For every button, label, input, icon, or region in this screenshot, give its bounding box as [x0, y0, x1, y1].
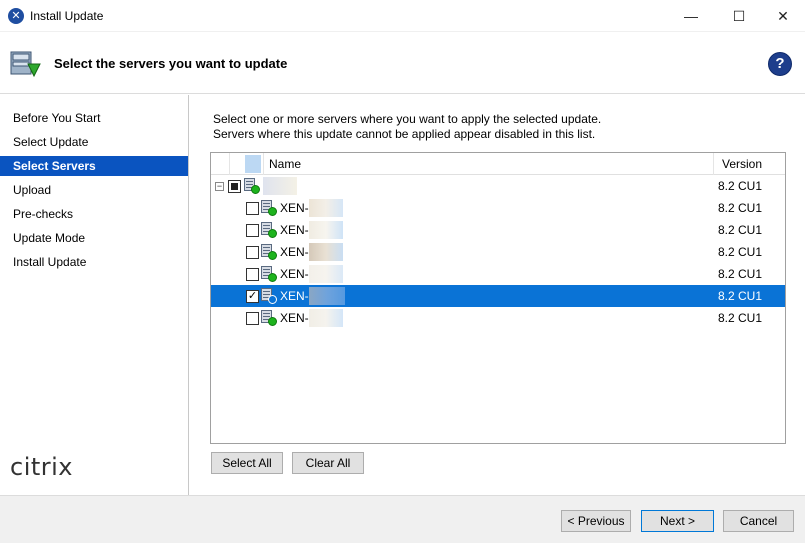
step-upload[interactable]: Upload: [0, 180, 188, 200]
server-icon: [261, 266, 277, 282]
app-icon: ✕: [8, 8, 24, 24]
step-select-servers[interactable]: Select Servers: [0, 156, 188, 176]
server-version: 8.2 CU1: [718, 245, 763, 259]
step-install-update[interactable]: Install Update: [0, 252, 188, 272]
server-version: 8.2 CU1: [718, 289, 763, 303]
pool-checkbox[interactable]: [228, 180, 241, 193]
column-header-name[interactable]: Name: [269, 157, 301, 171]
wizard-header: Select the servers you want to update ?: [0, 32, 805, 94]
pool-name-redacted: [263, 177, 297, 195]
server-list[interactable]: Name Version − 8.2 CU1 XEN- 8.2 CU1 XEN-…: [210, 152, 786, 444]
server-name: XEN-: [280, 311, 309, 325]
server-row[interactable]: XEN- 8.2 CU1: [211, 197, 785, 219]
grid-header: Name Version: [211, 153, 785, 175]
server-checkbox[interactable]: [246, 224, 259, 237]
step-select-update[interactable]: Select Update: [0, 132, 188, 152]
wizard-steps: Before You Start Select Update Select Se…: [0, 95, 189, 495]
server-checkbox[interactable]: [246, 268, 259, 281]
server-row[interactable]: XEN- 8.2 CU1: [211, 263, 785, 285]
server-icon: [261, 244, 277, 260]
server-icon: [261, 310, 277, 326]
server-name: XEN-: [280, 289, 309, 303]
next-button[interactable]: Next >: [641, 510, 714, 532]
server-row[interactable]: XEN- 8.2 CU1: [211, 307, 785, 329]
server-checkbox[interactable]: [246, 246, 259, 259]
maximize-button[interactable]: ☐: [716, 0, 762, 32]
title-bar: ✕ Install Update — ☐ ✕: [0, 0, 805, 32]
server-name-redacted: [309, 221, 343, 239]
server-checkbox-checked[interactable]: ✓: [246, 290, 259, 303]
server-name: XEN-: [280, 201, 309, 215]
server-version: 8.2 CU1: [718, 223, 763, 237]
wizard-footer: < Previous Next > Cancel: [0, 495, 805, 543]
help-icon[interactable]: ?: [768, 52, 792, 76]
minimize-button[interactable]: —: [668, 0, 714, 32]
server-version: 8.2 CU1: [718, 201, 763, 215]
server-version: 8.2 CU1: [718, 267, 763, 281]
server-name: XEN-: [280, 223, 309, 237]
server-row-selected[interactable]: ✓ XEN- 8.2 CU1: [211, 285, 785, 307]
server-name-redacted: [309, 265, 343, 283]
column-header-version[interactable]: Version: [722, 157, 762, 171]
select-all-button[interactable]: Select All: [211, 452, 283, 474]
header-checkbox-column: [245, 155, 261, 173]
description-line-2: Servers where this update cannot be appl…: [213, 127, 596, 141]
step-before-you-start[interactable]: Before You Start: [0, 108, 188, 128]
server-checkbox[interactable]: [246, 202, 259, 215]
collapse-icon[interactable]: −: [215, 182, 224, 191]
window-title: Install Update: [30, 9, 104, 23]
server-icon: [261, 222, 277, 238]
cancel-button[interactable]: Cancel: [723, 510, 794, 532]
update-package-icon: [10, 51, 41, 78]
pool-version: 8.2 CU1: [718, 179, 763, 193]
server-name-redacted: [309, 309, 343, 327]
server-icon: [261, 200, 277, 216]
step-pre-checks[interactable]: Pre-checks: [0, 204, 188, 224]
server-name-redacted: [309, 287, 345, 305]
close-button[interactable]: ✕: [760, 0, 805, 32]
citrix-logo: citrix: [10, 453, 74, 481]
description-line-1: Select one or more servers where you wan…: [213, 112, 602, 126]
pool-row[interactable]: − 8.2 CU1: [211, 175, 785, 197]
server-version: 8.2 CU1: [718, 311, 763, 325]
server-checkbox[interactable]: [246, 312, 259, 325]
server-name: XEN-: [280, 245, 309, 259]
server-name-redacted: [309, 199, 343, 217]
server-row[interactable]: XEN- 8.2 CU1: [211, 241, 785, 263]
page-title: Select the servers you want to update: [54, 56, 288, 71]
step-update-mode[interactable]: Update Mode: [0, 228, 188, 248]
server-row[interactable]: XEN- 8.2 CU1: [211, 219, 785, 241]
clear-all-button[interactable]: Clear All: [292, 452, 364, 474]
pool-icon: [244, 178, 260, 194]
previous-button[interactable]: < Previous: [561, 510, 631, 532]
server-name: XEN-: [280, 267, 309, 281]
server-name-redacted: [309, 243, 343, 261]
server-icon: [261, 288, 277, 304]
